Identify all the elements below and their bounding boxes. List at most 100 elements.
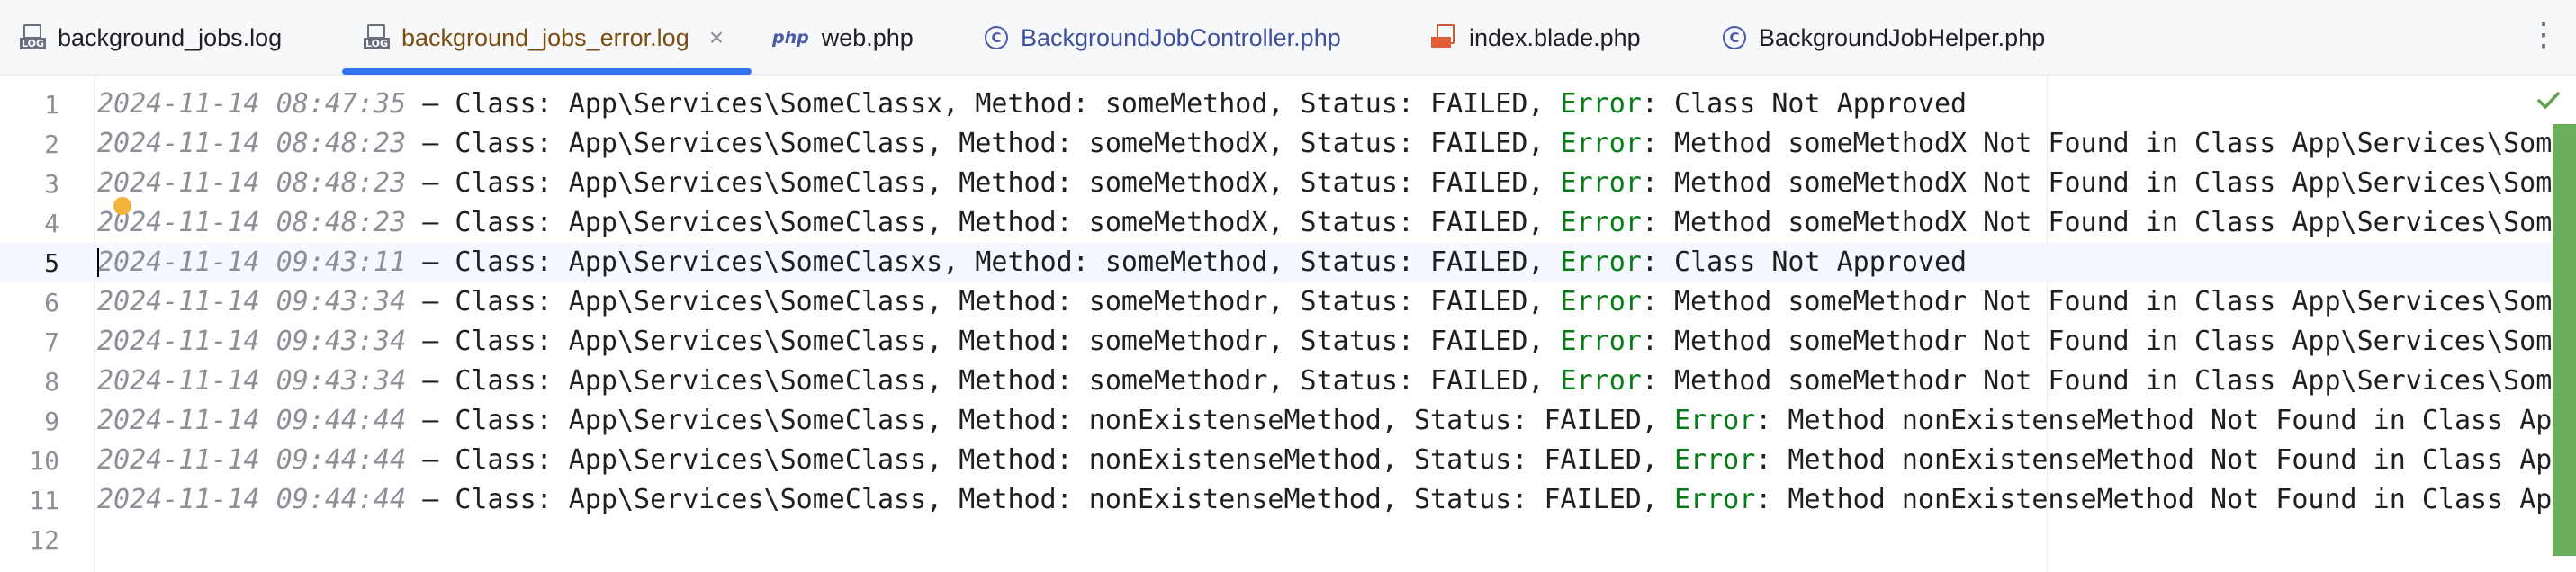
- error-keyword: Error: [1673, 444, 1756, 476]
- log-timestamp: 2024-11-14 08:48:23: [97, 167, 407, 199]
- tab-background-job-helper[interactable]: C BackgroundJobHelper.php: [1723, 0, 2045, 76]
- line-text: 2024-11-14 09:44:44 – Class: App\Service…: [97, 401, 2552, 441]
- error-keyword: Error: [1560, 167, 1642, 199]
- line-number: 10: [29, 445, 59, 476]
- error-keyword: Error: [1560, 246, 1642, 278]
- line-number: 8: [44, 366, 59, 397]
- log-timestamp: 2024-11-14 09:44:44: [97, 484, 407, 515]
- log-timestamp: 2024-11-14 08:47:35: [97, 88, 407, 120]
- line-text: 2024-11-14 08:48:23 – Class: App\Service…: [97, 124, 2552, 164]
- line-number: 3: [44, 168, 59, 199]
- log-details: – Class: App\Services\SomeClass, Method:…: [406, 326, 1561, 357]
- log-details: – Class: App\Services\SomeClasxs, Method…: [406, 246, 1561, 278]
- class-icon: C: [985, 26, 1008, 49]
- code-editor[interactable]: 1 2024-11-14 08:47:35 – Class: App\Servic…: [0, 76, 2576, 572]
- log-timestamp: 2024-11-14 08:48:23: [97, 128, 407, 159]
- line-text: 2024-11-14 09:44:44 – Class: App\Service…: [97, 480, 2552, 520]
- tab-background-job-controller[interactable]: C BackgroundJobController.php: [985, 0, 1341, 76]
- log-details: – Class: App\Services\SomeClass, Method:…: [406, 484, 1674, 515]
- error-keyword: Error: [1560, 365, 1642, 397]
- log-details: – Class: App\Services\SomeClass, Method:…: [406, 444, 1674, 476]
- editor-line[interactable]: 5 2024-11-14 09:43:11 – Class: App\Servic…: [0, 243, 2576, 282]
- no-problems-check-icon[interactable]: [2535, 86, 2562, 113]
- editor-line[interactable]: 2 2024-11-14 08:48:23 – Class: App\Servic…: [0, 124, 2576, 164]
- error-message: : Method someMethodr Not Found in Class …: [1641, 286, 2553, 317]
- editor-line[interactable]: 6 2024-11-14 09:43:34 – Class: App\Servic…: [0, 282, 2576, 322]
- intention-bulb-icon[interactable]: [113, 197, 131, 215]
- class-icon: C: [1723, 26, 1746, 49]
- error-keyword: Error: [1560, 207, 1642, 238]
- more-options-icon[interactable]: ⋮: [2527, 16, 2560, 52]
- tab-label: background_jobs.log: [58, 23, 283, 51]
- scrollbar-marker[interactable]: [2553, 124, 2576, 556]
- log-details: – Class: App\Services\SomeClass, Method:…: [406, 365, 1561, 397]
- php-file-icon: php: [772, 28, 809, 48]
- log-timestamp: 2024-11-14 09:44:44: [97, 444, 407, 476]
- line-text: 2024-11-14 09:43:34 – Class: App\Service…: [97, 362, 2552, 401]
- line-number: 1: [44, 89, 59, 120]
- line-text: 2024-11-14 08:48:23 – Class: App\Service…: [97, 203, 2552, 243]
- tab-background-jobs-log[interactable]: LOG background_jobs.log: [20, 0, 282, 76]
- tab-background-jobs-error-log[interactable]: LOG background_jobs_error.log ×: [364, 0, 724, 76]
- editor-line[interactable]: 4 2024-11-14 08:48:23 – Class: App\Servic…: [0, 203, 2576, 243]
- error-message: : Class Not Approved: [1641, 246, 1968, 278]
- line-number: 7: [44, 326, 59, 357]
- log-details: – Class: App\Services\SomeClass, Method:…: [406, 128, 1561, 159]
- line-number: 4: [44, 208, 59, 238]
- error-keyword: Error: [1560, 286, 1642, 317]
- error-message: : Method nonExistenseMethod Not Found in…: [1755, 484, 2553, 515]
- editor-line[interactable]: 9 2024-11-14 09:44:44 – Class: App\Servic…: [0, 401, 2576, 441]
- log-timestamp: 2024-11-14 09:43:11: [97, 246, 407, 278]
- line-number: 12: [29, 524, 59, 555]
- error-message: : Method someMethodX Not Found in Class …: [1641, 207, 2553, 238]
- editor-line[interactable]: 11 2024-11-14 09:44:44 – Class: App\Servi…: [0, 480, 2576, 520]
- blade-html-icon: [1431, 24, 1456, 51]
- tab-label: BackgroundJobController.php: [1021, 23, 1341, 51]
- editor-line[interactable]: 1 2024-11-14 08:47:35 – Class: App\Servic…: [0, 85, 2576, 124]
- error-message: : Method someMethodX Not Found in Class …: [1641, 167, 2553, 199]
- error-message: : Method nonExistenseMethod Not Found in…: [1755, 405, 2553, 436]
- line-text: 2024-11-14 09:43:34 – Class: App\Service…: [97, 322, 2552, 362]
- line-text: 2024-11-14 09:43:11 – Class: App\Service…: [97, 243, 1967, 282]
- log-file-icon: LOG: [20, 24, 46, 51]
- error-keyword: Error: [1673, 405, 1756, 436]
- error-keyword: Error: [1560, 326, 1642, 357]
- log-details: – Class: App\Services\SomeClass, Method:…: [406, 286, 1561, 317]
- tab-label: BackgroundJobHelper.php: [1759, 23, 2046, 51]
- log-timestamp: 2024-11-14 08:48:23: [97, 207, 407, 238]
- log-details: – Class: App\Services\SomeClass, Method:…: [406, 167, 1561, 199]
- error-message: : Method someMethodX Not Found in Class …: [1641, 128, 2553, 159]
- tab-index-blade-php[interactable]: index.blade.php: [1431, 0, 1641, 76]
- line-text: 2024-11-14 08:47:35 – Class: App\Service…: [97, 85, 1967, 124]
- editor-line[interactable]: 8 2024-11-14 09:43:34 – Class: App\Servic…: [0, 362, 2576, 401]
- editor-line[interactable]: 7 2024-11-14 09:43:34 – Class: App\Servic…: [0, 322, 2576, 362]
- line-text: 2024-11-14 08:48:23 – Class: App\Service…: [97, 164, 2552, 203]
- error-message: : Method someMethodr Not Found in Class …: [1641, 326, 2553, 357]
- tab-label: web.php: [821, 23, 914, 51]
- line-text: 2024-11-14 09:44:44 – Class: App\Service…: [97, 441, 2552, 480]
- log-timestamp: 2024-11-14 09:43:34: [97, 326, 407, 357]
- log-details: – Class: App\Services\SomeClassx, Method…: [406, 88, 1561, 120]
- editor-line[interactable]: 12: [0, 520, 2576, 559]
- tab-label: index.blade.php: [1469, 23, 1641, 51]
- tab-web-php[interactable]: php web.php: [772, 0, 914, 76]
- error-keyword: Error: [1560, 88, 1642, 120]
- text-caret: [97, 248, 99, 277]
- log-file-icon: LOG: [364, 24, 390, 51]
- editor-line[interactable]: 10 2024-11-14 09:44:44 – Class: App\Servi…: [0, 441, 2576, 480]
- log-timestamp: 2024-11-14 09:44:44: [97, 405, 407, 436]
- log-details: – Class: App\Services\SomeClass, Method:…: [406, 207, 1561, 238]
- error-message: : Class Not Approved: [1641, 88, 1968, 120]
- line-text: 2024-11-14 09:43:34 – Class: App\Service…: [97, 282, 2552, 322]
- editor-line[interactable]: 3 2024-11-14 08:48:23 – Class: App\Servic…: [0, 164, 2576, 203]
- log-details: – Class: App\Services\SomeClass, Method:…: [406, 405, 1674, 436]
- error-message: : Method nonExistenseMethod Not Found in…: [1755, 444, 2553, 476]
- line-number: 9: [44, 406, 59, 436]
- line-number: 2: [44, 129, 59, 159]
- editor-tab-bar: LOG background_jobs.log LOG background_j…: [0, 0, 2576, 76]
- line-number: 5: [44, 247, 59, 278]
- log-timestamp: 2024-11-14 09:43:34: [97, 365, 407, 397]
- tab-label: background_jobs_error.log: [401, 23, 689, 51]
- close-tab-icon[interactable]: ×: [709, 23, 724, 52]
- line-number: 11: [29, 485, 59, 515]
